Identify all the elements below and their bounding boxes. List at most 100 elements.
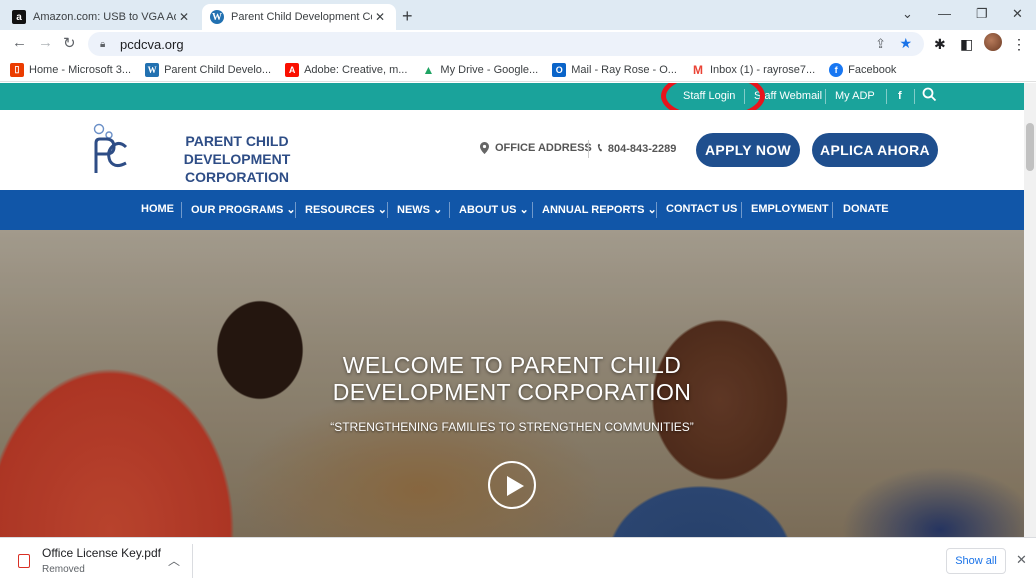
hero-title: WELCOME TO PARENT CHILD DEVELOPMENT CORP…	[200, 352, 824, 406]
nav-label: ABOUT US	[459, 204, 517, 216]
nav-about-us[interactable]: ABOUT US ⌄	[459, 203, 529, 216]
divider	[914, 89, 915, 104]
back-button[interactable]: ←	[12, 34, 27, 51]
main-navigation: HOME OUR PROGRAMS ⌄ RESOURCES ⌄ NEWS ⌄ A…	[0, 190, 1024, 230]
close-download-bar-icon[interactable]: ✕	[1016, 552, 1027, 568]
address-bar[interactable]: 🔒︎ pcdcva.org ⇪ ★	[88, 32, 924, 56]
bookmark-star-icon[interactable]: ★	[899, 35, 912, 52]
hero-subtitle: “STRENGTHENING FAMILIES TO STRENGTHEN CO…	[330, 420, 694, 434]
nav-employment[interactable]: EMPLOYMENT	[751, 203, 829, 215]
restore-button[interactable]: ❐	[976, 6, 988, 22]
extensions-icon[interactable]: ✱	[934, 36, 946, 53]
page-scrollbar[interactable]	[1024, 83, 1036, 537]
wordpress-icon: W	[145, 62, 160, 77]
close-tab-icon[interactable]: ✕	[372, 10, 388, 24]
my-adp-link[interactable]: My ADP	[835, 90, 875, 102]
tab-strip: a Amazon.com: USB to VGA Adapt ✕ W Paren…	[0, 0, 1036, 30]
web-page: Staff Login Staff Webmail My ADP f PAREN…	[0, 83, 1024, 537]
phone-link[interactable]: 📞︎ 804-843-2289	[598, 142, 676, 155]
adobe-icon: A	[285, 62, 300, 77]
outlook-icon: O	[552, 62, 567, 77]
facebook-icon[interactable]: f	[898, 90, 902, 102]
hero-title-line-2: DEVELOPMENT CORPORATION	[332, 379, 692, 405]
new-tab-button[interactable]: +	[402, 6, 413, 27]
forward-button[interactable]: →	[38, 34, 53, 51]
bookmark-microsoft[interactable]: ▯ Home - Microsoft 3...	[10, 62, 132, 77]
download-filename[interactable]: Office License Key.pdf	[42, 546, 161, 560]
lock-icon[interactable]: 🔒︎	[100, 39, 112, 50]
tab-title: Amazon.com: USB to VGA Adapt	[33, 11, 176, 23]
divider	[387, 202, 388, 218]
site-header: PARENT CHILD DEVELOPMENT CORPORATION OFF…	[0, 110, 1024, 190]
bookmark-label: Parent Child Develo...	[164, 63, 272, 76]
show-all-button[interactable]: Show all	[946, 548, 1006, 574]
bookmark-facebook[interactable]: f Facebook	[829, 62, 897, 77]
search-icon[interactable]	[922, 87, 937, 105]
nav-our-programs[interactable]: OUR PROGRAMS ⌄	[191, 203, 296, 216]
bookmark-pcdc[interactable]: W Parent Child Develo...	[145, 62, 272, 77]
drive-icon: ▲	[422, 62, 435, 77]
utility-bar: Staff Login Staff Webmail My ADP f	[0, 83, 1024, 121]
pcdc-logo-icon[interactable]	[90, 123, 130, 175]
chevron-down-icon: ⌄	[377, 204, 387, 216]
divider	[886, 89, 887, 104]
nav-label: OUR PROGRAMS	[191, 204, 284, 216]
minimize-button[interactable]: —	[938, 6, 951, 21]
nav-contact-us[interactable]: CONTACT US	[666, 203, 737, 215]
divider	[532, 202, 533, 218]
nav-annual-reports[interactable]: ANNUAL REPORTS ⌄	[542, 203, 657, 216]
nav-news[interactable]: NEWS ⌄	[397, 203, 442, 216]
bookmark-drive[interactable]: ▲ My Drive - Google...	[421, 63, 538, 77]
bookmark-label: Adobe: Creative, m...	[304, 63, 408, 76]
bookmarks-bar: ▯ Home - Microsoft 3... W Parent Child D…	[0, 58, 1036, 82]
logo-line-2: CORPORATION	[185, 169, 289, 185]
divider	[825, 89, 826, 104]
profile-avatar[interactable]	[984, 33, 1002, 51]
bookmark-adobe[interactable]: A Adobe: Creative, m...	[285, 62, 408, 77]
wordpress-icon: W	[210, 10, 224, 24]
scrollbar-thumb[interactable]	[1026, 123, 1034, 171]
apply-now-button[interactable]: APPLY NOW	[696, 133, 800, 167]
office-label: OFFICE ADDRESS	[495, 142, 592, 154]
divider	[295, 202, 296, 218]
amazon-icon: a	[12, 10, 26, 24]
tab-amazon[interactable]: a Amazon.com: USB to VGA Adapt ✕	[4, 4, 200, 30]
nav-donate[interactable]: DONATE	[843, 203, 889, 215]
tab-pcdc[interactable]: W Parent Child Development Corpo ✕	[202, 4, 396, 30]
phone-icon: 📞︎	[598, 142, 602, 154]
download-bar: Office License Key.pdf Removed ︿ Show al…	[0, 537, 1036, 584]
divider	[656, 202, 657, 218]
nav-resources[interactable]: RESOURCES ⌄	[305, 203, 387, 216]
nav-label: RESOURCES	[305, 204, 375, 216]
location-pin-icon	[480, 142, 489, 154]
site-logo-text[interactable]: PARENT CHILD DEVELOPMENT CORPORATION	[134, 132, 340, 186]
menu-icon[interactable]: ⋮	[1012, 36, 1026, 53]
bookmark-outlook[interactable]: O Mail - Ray Rose - O...	[552, 62, 677, 77]
browser-toolbar: ← → ↻ 🔒︎ pcdcva.org ⇪ ★ ✱ ◧ ⋮	[0, 30, 1036, 58]
close-window-button[interactable]: ✕	[1012, 6, 1023, 22]
nav-home[interactable]: HOME	[141, 203, 174, 215]
office-address-link[interactable]: OFFICE ADDRESS	[480, 142, 592, 154]
bookmark-label: Mail - Ray Rose - O...	[571, 63, 677, 76]
facebook-icon: f	[829, 62, 844, 77]
reload-button[interactable]: ↻	[63, 34, 76, 52]
url-text: pcdcva.org	[120, 36, 184, 52]
aplica-ahora-button[interactable]: APLICA AHORA	[812, 133, 938, 167]
logo-line-1: PARENT CHILD DEVELOPMENT	[183, 133, 291, 167]
bookmark-gmail[interactable]: M Inbox (1) - rayrose7...	[691, 63, 815, 77]
bookmark-label: My Drive - Google...	[440, 63, 539, 76]
play-video-button[interactable]	[488, 461, 536, 509]
chevron-down-icon: ⌄	[519, 204, 529, 216]
divider	[192, 544, 193, 578]
tab-search-icon[interactable]: ⌄	[902, 6, 913, 22]
bookmark-label: Home - Microsoft 3...	[29, 63, 132, 76]
share-icon[interactable]: ⇪	[875, 36, 886, 52]
pdf-file-icon	[18, 554, 30, 568]
side-panel-icon[interactable]: ◧	[960, 36, 973, 53]
office-icon: ▯	[10, 62, 24, 77]
hero-video-banner[interactable]: WELCOME TO PARENT CHILD DEVELOPMENT CORP…	[0, 230, 1024, 537]
bookmark-label: Facebook	[848, 63, 897, 76]
chevron-up-icon[interactable]: ︿	[168, 552, 180, 569]
gmail-icon: M	[692, 62, 703, 77]
close-tab-icon[interactable]: ✕	[176, 10, 192, 24]
